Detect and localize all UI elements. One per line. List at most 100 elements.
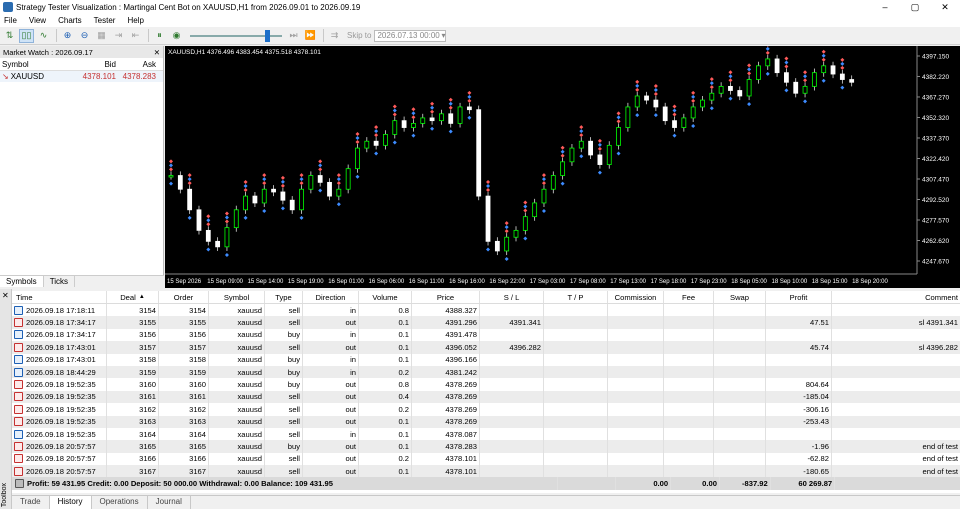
tab-ticks[interactable]: Ticks — [44, 276, 76, 287]
trade-marker — [579, 154, 584, 159]
column-volume[interactable]: Volume — [359, 291, 412, 303]
table-row[interactable]: 2026.09.18 19:52:35 3161 3161 xauusd sell out… — [12, 390, 960, 404]
table-row[interactable]: 2026.09.18 18:44:29 3159 3159 xauusd buy in 0.… — [12, 365, 960, 379]
column-comment[interactable]: Comment — [832, 291, 960, 303]
zoom-out-icon[interactable]: ⊖ — [77, 29, 92, 43]
column-symbol[interactable]: Symbol — [0, 60, 70, 69]
column-symbol[interactable]: Symbol — [209, 291, 265, 303]
chart-shift-icon[interactable]: ⇤ — [128, 29, 143, 43]
trade-marker — [523, 208, 528, 213]
candlestick-icon[interactable]: ▯▯ — [19, 28, 34, 43]
market-watch-row[interactable]: ↘ XAUUSD 4378.101 4378.283 — [0, 71, 163, 82]
tab-trade[interactable]: Trade — [12, 496, 50, 509]
trade-marker — [784, 60, 789, 65]
column-type[interactable]: Type — [265, 291, 303, 303]
skip-icon[interactable]: ⇉ — [327, 29, 342, 43]
cell-sl: 4396.282 — [480, 341, 544, 354]
trade-marker — [821, 57, 826, 62]
time-tick-label: 15 Sep 2026 — [167, 279, 202, 285]
column-swap[interactable]: Swap — [714, 291, 766, 303]
candle-body — [420, 117, 426, 124]
menu-charts[interactable]: Charts — [58, 16, 82, 25]
fast-forward-icon[interactable]: ⏩ — [303, 29, 318, 43]
column-direction[interactable]: Direction — [303, 291, 359, 303]
calendar-dropdown-icon[interactable]: ▾ — [441, 31, 445, 40]
table-row[interactable]: 2026.09.18 17:34:17 3155 3155 xauusd sell out… — [12, 316, 960, 329]
column-commission[interactable]: Commission — [608, 291, 664, 303]
table-row[interactable]: 2026.09.18 17:34:17 3156 3156 xauusd buy in 0.… — [12, 328, 960, 342]
speed-thumb[interactable] — [264, 29, 270, 42]
column-profit[interactable]: Profit — [766, 291, 832, 303]
close-button[interactable]: ✕ — [930, 2, 960, 13]
price-tick-label: 4262.620 — [922, 238, 949, 245]
trade-marker — [280, 206, 285, 211]
trade-marker — [430, 105, 435, 110]
minimize-button[interactable]: – — [870, 2, 900, 12]
table-row[interactable]: 2026.09.18 19:52:35 3163 3163 xauusd sell out… — [12, 415, 960, 428]
tab-history[interactable]: History — [49, 496, 92, 509]
column-deal[interactable]: Deal ▲ — [107, 291, 159, 303]
cell-profit — [766, 365, 832, 379]
table-row[interactable]: 2026.09.18 20:57:57 3166 3166 xauusd sell out… — [12, 452, 960, 466]
trade-markers-group — [169, 42, 845, 262]
column-time[interactable]: Time — [12, 291, 107, 303]
table-row[interactable]: 2026.09.18 17:43:01 3157 3157 xauusd sell out… — [12, 341, 960, 354]
tab-symbols[interactable]: Symbols — [0, 276, 44, 287]
price-chart[interactable]: 4397.150 4382.220 4367.270 4352.320 4337.370… — [165, 42, 960, 288]
pause-icon[interactable]: ⏸ — [152, 29, 167, 43]
step-icon[interactable]: ⏭ — [286, 29, 301, 43]
menu-file[interactable]: File — [4, 16, 17, 25]
skip-to-input[interactable]: 2026.07.13 00:00 ▾ — [374, 29, 447, 42]
cell-swap — [714, 316, 766, 329]
tab-operations[interactable]: Operations — [92, 496, 148, 509]
trade-marker — [336, 177, 341, 182]
chart-canvas[interactable]: 4397.150 4382.220 4367.270 4352.320 4337.370… — [165, 42, 960, 288]
column-tp[interactable]: T / P — [544, 291, 608, 303]
zoom-in-icon[interactable]: ⊕ — [60, 29, 75, 43]
candle-body — [765, 58, 771, 67]
cell-profit: 45.74 — [766, 341, 832, 354]
column-bid[interactable]: Bid — [70, 60, 116, 69]
column-fee[interactable]: Fee — [664, 291, 714, 303]
speed-icon[interactable]: ◉ — [169, 29, 184, 43]
close-icon[interactable]: ✕ — [2, 291, 9, 300]
menu-view[interactable]: View — [29, 16, 46, 25]
column-ask[interactable]: Ask — [116, 60, 156, 69]
trade-marker — [821, 53, 826, 58]
column-sl[interactable]: S / L — [480, 291, 544, 303]
table-row[interactable]: 2026.09.18 19:52:35 3162 3162 xauusd sell out… — [12, 403, 960, 416]
time-tick-label: 16 Sep 16:00 — [449, 279, 485, 285]
grid-icon[interactable]: ▦ — [94, 29, 109, 43]
table-row[interactable]: 2026.09.18 17:43:01 3158 3158 xauusd buy in 0.… — [12, 353, 960, 366]
trade-marker — [541, 177, 546, 182]
cell-order: 3167 — [159, 465, 209, 478]
deal-out-icon — [14, 392, 23, 402]
trade-marker — [374, 151, 379, 156]
table-row[interactable]: 2026.09.18 20:57:57 3165 3165 xauusd buy out 0… — [12, 440, 960, 453]
menu-tester[interactable]: Tester — [94, 16, 116, 25]
table-row[interactable]: 2026.09.18 19:52:35 3160 3160 xauusd buy out 0… — [12, 378, 960, 391]
cell-comment: sl 4391.341 — [918, 318, 958, 328]
bar-chart-icon[interactable]: ⇅ — [2, 29, 17, 43]
speed-slider[interactable] — [190, 29, 282, 42]
candle-body — [560, 161, 566, 176]
cell-direction: in — [303, 353, 359, 366]
trade-marker — [280, 175, 285, 180]
candle-body — [709, 92, 715, 101]
deal-out-icon — [14, 466, 23, 476]
tab-journal[interactable]: Journal — [148, 496, 191, 509]
autoscroll-icon[interactable]: ⇥ — [111, 29, 126, 43]
candle-body — [606, 144, 612, 165]
line-chart-icon[interactable]: ∿ — [36, 29, 51, 43]
maximize-button[interactable]: ▢ — [900, 2, 930, 13]
close-icon[interactable]: ✕ — [154, 48, 160, 57]
table-row[interactable]: 2026.09.18 17:18:11 3154 3154 xauusd sell in 0… — [12, 304, 960, 317]
table-row[interactable]: 2026.09.18 19:52:35 3164 3164 xauusd sell in 0… — [12, 427, 960, 441]
table-row[interactable]: 2026.09.18 20:57:57 3167 3167 xauusd sell out… — [12, 465, 960, 478]
trade-marker — [392, 140, 397, 145]
column-order[interactable]: Order — [159, 291, 209, 303]
price-tick-label: 4337.370 — [922, 135, 949, 142]
menu-help[interactable]: Help — [127, 16, 143, 25]
cell-time: 2026.09.18 19:52:35 — [12, 390, 107, 404]
column-price[interactable]: Price — [412, 291, 480, 303]
